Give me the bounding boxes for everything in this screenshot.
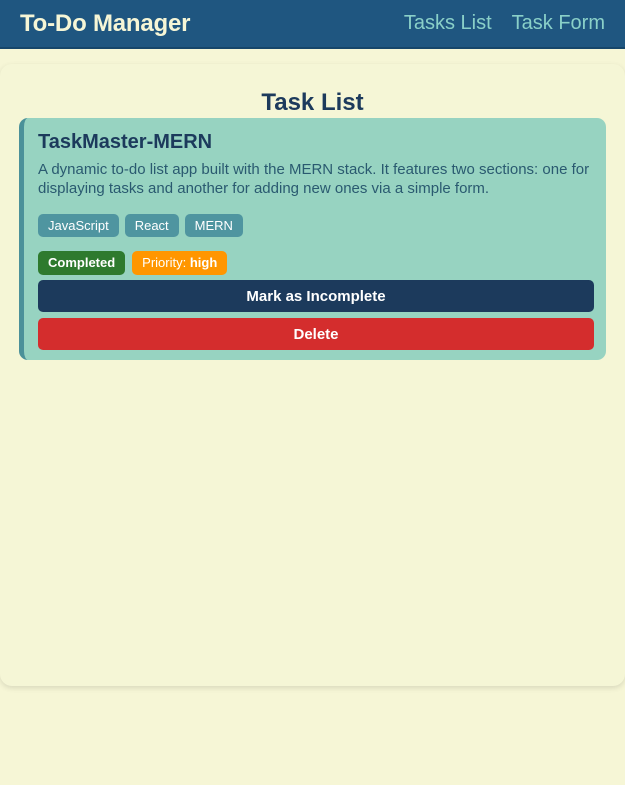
nav-links: Tasks List Task Form [404,12,605,35]
tag-react: React [124,214,179,237]
status-badge: Completed [38,251,126,275]
delete-button[interactable]: Delete [38,318,594,350]
priority-badge: Priority: high [132,251,228,275]
nav-link-task-form[interactable]: Task Form [512,12,605,35]
priority-label: Priority: [142,255,187,270]
tag-mern: MERN [184,214,243,237]
task-description: A dynamic to-do list app built with the … [38,161,590,197]
tag-javascript: JavaScript [38,214,119,237]
task-title: TaskMaster-MERN [38,131,213,153]
priority-value: high [189,255,218,270]
badge-row: Completed Priority: high [38,251,594,275]
navbar: To-Do Manager Tasks List Task Form [0,0,625,49]
nav-link-tasks-list[interactable]: Tasks List [404,12,492,35]
mark-incomplete-button[interactable]: Mark as Incomplete [38,280,594,312]
tag-list: JavaScript React MERN [38,214,594,237]
brand-title[interactable]: To-Do Manager [20,10,190,38]
task-card: TaskMaster-MERN A dynamic to-do list app… [19,118,606,360]
page-title: Task List [261,89,364,116]
